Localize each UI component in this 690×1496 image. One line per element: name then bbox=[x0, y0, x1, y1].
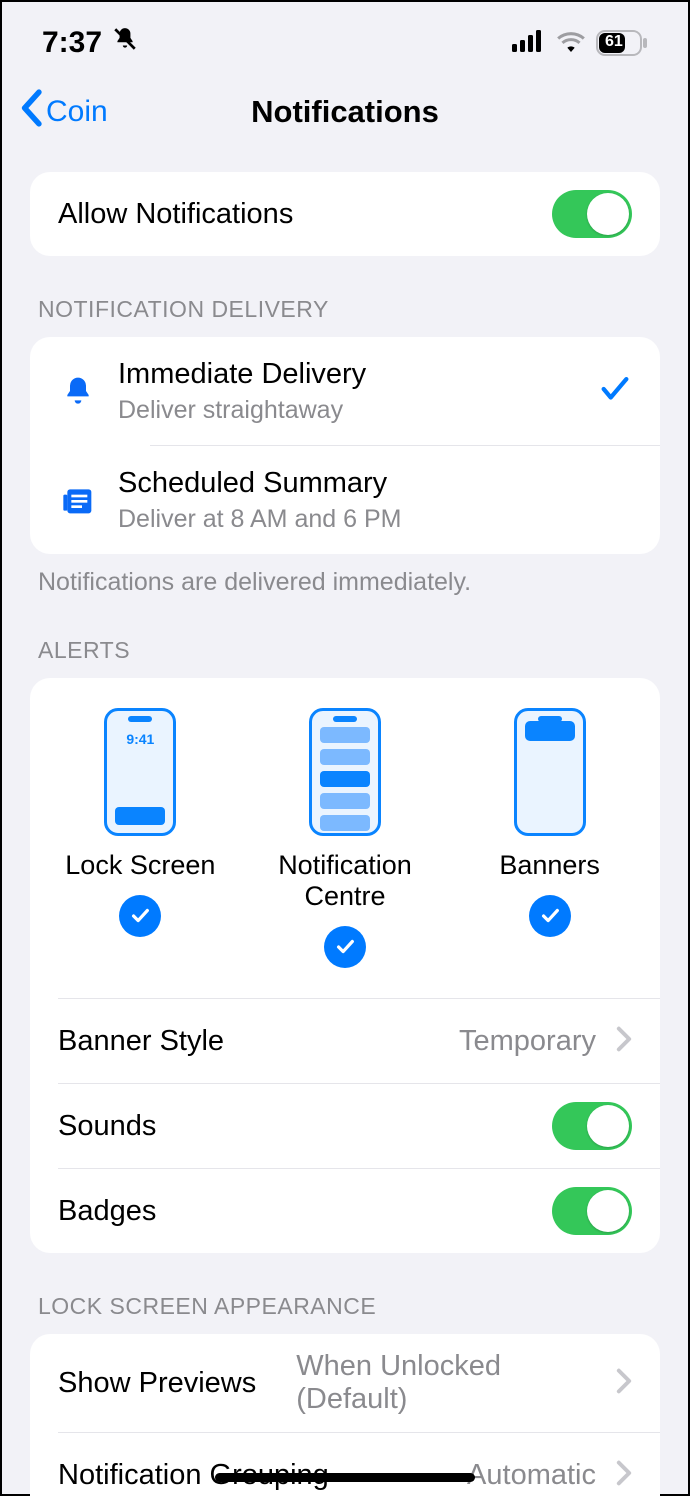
alert-tile-label: Notification Centre bbox=[245, 850, 445, 912]
badges-row[interactable]: Badges bbox=[30, 1169, 660, 1253]
scheduled-summary-title: Scheduled Summary bbox=[118, 466, 401, 501]
banners-preview-icon bbox=[514, 708, 586, 836]
show-previews-label: Show Previews bbox=[58, 1367, 256, 1400]
chevron-right-icon bbox=[616, 1026, 632, 1057]
alert-tile-lock-screen[interactable]: 9:41 Lock Screen bbox=[40, 708, 240, 968]
badges-toggle[interactable] bbox=[552, 1187, 632, 1235]
sounds-row[interactable]: Sounds bbox=[30, 1084, 660, 1168]
silent-mode-icon bbox=[112, 26, 138, 60]
status-time: 7:37 bbox=[42, 26, 102, 60]
alert-tile-label: Banners bbox=[499, 850, 600, 881]
battery-icon: 61 bbox=[596, 30, 648, 56]
immediate-delivery-subtitle: Deliver straightaway bbox=[118, 396, 366, 425]
lock-screen-preview-icon: 9:41 bbox=[104, 708, 176, 836]
bell-icon bbox=[58, 375, 98, 407]
home-indicator[interactable] bbox=[215, 1473, 475, 1482]
checkmark-icon bbox=[598, 372, 632, 411]
banner-style-value: Temporary bbox=[459, 1025, 596, 1058]
alert-tile-notification-centre[interactable]: Notification Centre bbox=[245, 708, 445, 968]
sounds-toggle[interactable] bbox=[552, 1102, 632, 1150]
show-previews-value: When Unlocked (Default) bbox=[296, 1350, 596, 1416]
sounds-label: Sounds bbox=[58, 1110, 156, 1143]
check-circle-icon[interactable] bbox=[529, 895, 571, 937]
chevron-right-icon bbox=[616, 1460, 632, 1491]
chevron-left-icon bbox=[18, 89, 44, 135]
status-bar: 7:37 61 bbox=[2, 2, 688, 72]
check-circle-icon[interactable] bbox=[119, 895, 161, 937]
check-circle-icon[interactable] bbox=[324, 926, 366, 968]
summary-icon bbox=[58, 484, 98, 516]
notification-grouping-value: Automatic bbox=[467, 1459, 596, 1492]
delivery-section-header: NOTIFICATION DELIVERY bbox=[30, 296, 660, 337]
notification-grouping-row[interactable]: Notification Grouping Automatic bbox=[30, 1433, 660, 1496]
alert-tile-banners[interactable]: Banners bbox=[450, 708, 650, 968]
show-previews-row[interactable]: Show Previews When Unlocked (Default) bbox=[30, 1334, 660, 1432]
back-button[interactable]: Coin bbox=[18, 89, 108, 135]
immediate-delivery-row[interactable]: Immediate Delivery Deliver straightaway bbox=[30, 337, 660, 445]
scheduled-summary-subtitle: Deliver at 8 AM and 6 PM bbox=[118, 505, 401, 534]
banner-style-row[interactable]: Banner Style Temporary bbox=[30, 999, 660, 1083]
cellular-signal-icon bbox=[512, 30, 546, 57]
allow-notifications-label: Allow Notifications bbox=[58, 198, 293, 231]
back-label: Coin bbox=[46, 95, 108, 129]
banner-style-label: Banner Style bbox=[58, 1025, 224, 1058]
immediate-delivery-title: Immediate Delivery bbox=[118, 357, 366, 392]
wifi-icon bbox=[556, 30, 586, 57]
delivery-footer: Notifications are delivered immediately. bbox=[30, 554, 660, 597]
alerts-section-header: ALERTS bbox=[30, 637, 660, 678]
notification-centre-preview-icon bbox=[309, 708, 381, 836]
battery-percent: 61 bbox=[605, 33, 623, 51]
allow-notifications-toggle[interactable] bbox=[552, 190, 632, 238]
lockscreen-section-header: LOCK SCREEN APPEARANCE bbox=[30, 1293, 660, 1334]
alert-tile-label: Lock Screen bbox=[65, 850, 215, 881]
allow-notifications-row[interactable]: Allow Notifications bbox=[30, 172, 660, 256]
badges-label: Badges bbox=[58, 1195, 156, 1228]
scheduled-summary-row[interactable]: Scheduled Summary Deliver at 8 AM and 6 … bbox=[30, 446, 660, 554]
chevron-right-icon bbox=[616, 1368, 632, 1399]
nav-header: Coin Notifications bbox=[2, 72, 688, 152]
